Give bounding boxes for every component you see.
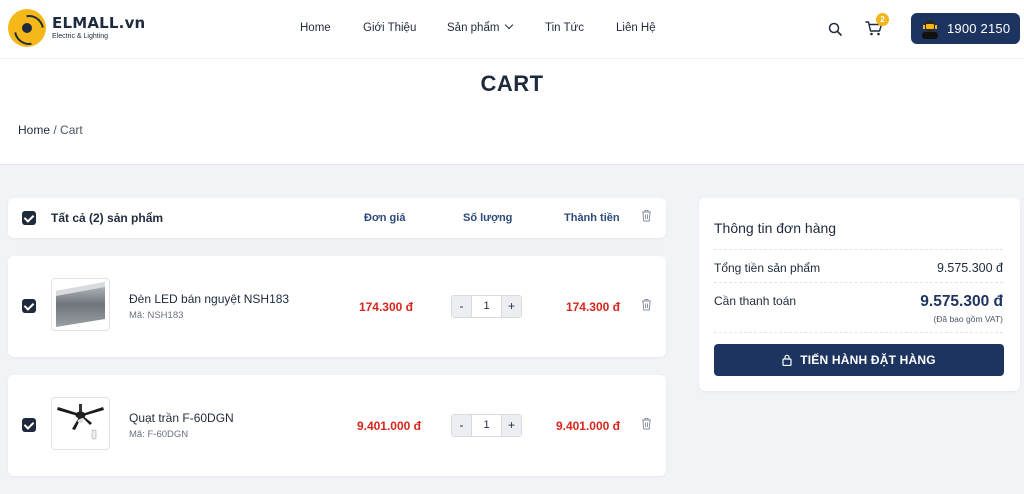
decrease-quantity-button[interactable]: - [452,415,472,436]
breadcrumb: Home / Cart [18,123,83,137]
checkout-button[interactable]: TIẾN HÀNH ĐẶT HÀNG [714,344,1004,376]
support-agent-icon [922,20,938,39]
increase-quantity-button[interactable]: + [501,296,521,317]
nav-item-contact[interactable]: Liên Hệ [616,22,656,34]
nav-item-news[interactable]: Tin Tức [545,22,584,34]
led-light-image [56,282,105,327]
brand-tagline: Electric & Lighting [52,33,109,40]
unit-price: 174.300 đ [358,300,413,314]
divider [714,332,1003,333]
breadcrumb-current: Cart [60,123,83,137]
products-total-value: 9.575.300 đ [936,261,1003,275]
hotline-button[interactable]: 1900 2150 [911,13,1020,44]
trash-icon[interactable] [641,209,652,222]
nav-item-about[interactable]: Giới Thiệu [363,22,416,34]
product-thumbnail[interactable] [51,397,110,450]
nav-item-products[interactable]: Sản phẩm [447,20,514,34]
item-checkbox[interactable] [22,418,36,432]
vat-note: (Đã bao gồm VAT) [933,314,1003,324]
hotline-number: 1900 2150 [947,21,1011,36]
quantity-input[interactable] [472,415,501,436]
line-subtotal: 174.300 đ [565,300,620,314]
trash-icon[interactable] [641,298,652,311]
order-summary: Thông tin đơn hàng Tổng tiền sản phẩm 9.… [699,198,1020,391]
breadcrumb-home[interactable]: Home [18,123,50,137]
column-quantity: Số lượng [463,212,513,224]
brand-suffix: .vn [118,14,146,32]
page-title: CART [480,71,544,96]
brand-name: ELMALL [52,14,119,32]
quantity-input[interactable] [472,296,501,317]
select-all-checkbox[interactable] [22,211,36,225]
page-header: CART Home / Cart [0,58,1024,165]
line-subtotal: 9.401.000 đ [555,419,620,433]
brand-logo[interactable]: ELMALL.vn Electric & Lighting [8,9,145,47]
select-all-label: Tất cả (2) sản phẩm [51,211,164,225]
cart-item: Quạt trần F-60DGN Mã: F-60DGN 9.401.000 … [8,375,666,476]
cart-item: Đèn LED bán nguyệt NSH183 Mã: NSH183 174… [8,256,666,357]
breadcrumb-separator: / [53,123,57,137]
order-summary-title: Thông tin đơn hàng [714,220,837,236]
lock-icon [782,354,792,366]
unit-price: 9.401.000 đ [356,419,421,433]
quantity-stepper: - + [451,295,522,318]
amount-due-label: Cần thanh toán [714,294,797,308]
site-header: ELMALL.vn Electric & Lighting Home Giới … [0,0,1024,58]
product-name[interactable]: Đèn LED bán nguyệt NSH183 [129,292,289,306]
product-name[interactable]: Quạt trần F-60DGN [129,411,234,425]
ceiling-fan-image [57,404,104,440]
checkout-label: TIẾN HÀNH ĐẶT HÀNG [800,353,936,367]
chevron-down-icon [505,20,514,30]
lightbulb-logo-icon [8,9,46,47]
item-checkbox[interactable] [22,299,36,313]
product-sku: Mã: F-60DGN [129,429,189,440]
amount-due-value: 9.575.300 đ [920,293,1003,310]
quantity-stepper: - + [451,414,522,437]
column-subtotal: Thành tiền [564,212,620,224]
divider [714,282,1003,283]
increase-quantity-button[interactable]: + [501,415,521,436]
products-total-label: Tổng tiền sản phẩm [714,261,821,275]
column-unit-price: Đơn giá [364,212,406,224]
trash-icon[interactable] [641,417,652,430]
divider [714,249,1003,250]
product-thumbnail[interactable] [51,278,110,331]
product-sku: Mã: NSH183 [129,310,184,321]
cart-count-badge: 2 [876,13,889,26]
nav-item-home[interactable]: Home [300,22,331,34]
decrease-quantity-button[interactable]: - [452,296,472,317]
nav-item-products-label: Sản phẩm [447,22,500,34]
search-icon[interactable] [828,22,842,36]
cart-header: Tất cả (2) sản phẩm Đơn giá Số lượng Thà… [8,198,666,238]
